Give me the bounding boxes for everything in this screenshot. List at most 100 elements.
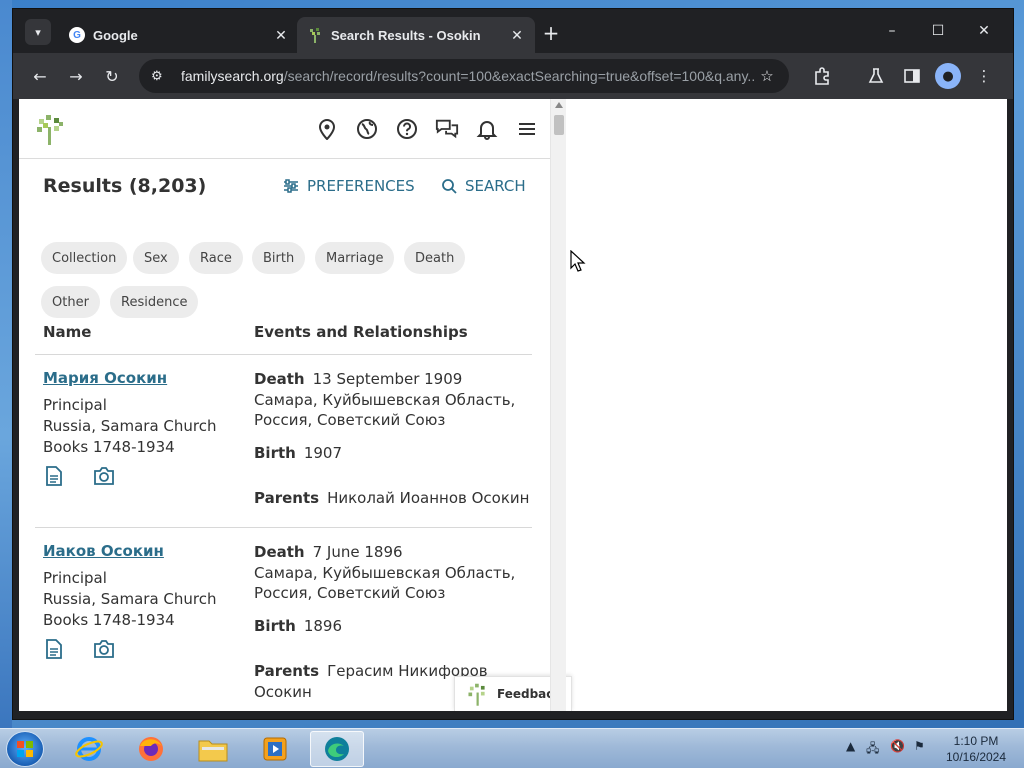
filter-chip-sex[interactable]: Sex: [133, 242, 179, 274]
page-scrollbar[interactable]: [550, 99, 566, 711]
hamburger-menu-icon[interactable]: [515, 117, 539, 141]
messages-chat-icon[interactable]: [435, 117, 459, 141]
network-icon[interactable]: 🖧: [866, 739, 879, 760]
tab-google[interactable]: G Google ✕: [59, 17, 299, 53]
record-document-icon[interactable]: [45, 466, 65, 486]
tab-title: Search Results - Osokin: [331, 27, 481, 43]
results-count-title: Results (8,203): [43, 175, 207, 197]
file-explorer-icon[interactable]: [186, 731, 240, 767]
start-button[interactable]: [6, 731, 44, 767]
scrollbar-thumb[interactable]: [554, 115, 564, 135]
record-role: Principal: [43, 396, 107, 414]
labs-flask-icon[interactable]: [863, 63, 889, 89]
windows-taskbar: ▲ 🖧 🔇 ⚑ 1:10 PM 10/16/2024: [0, 728, 1024, 768]
search-label: SEARCH: [465, 177, 526, 195]
familysearch-logo-icon[interactable]: [35, 113, 65, 145]
filter-chip-other[interactable]: Other: [41, 286, 100, 318]
filter-chip-death[interactable]: Death: [404, 242, 466, 274]
url-domain: familysearch.org: [181, 68, 284, 84]
parents-label: Parents: [254, 662, 320, 680]
extensions-icon[interactable]: [809, 63, 835, 89]
reload-icon[interactable]: ↻: [99, 63, 125, 89]
record-birth-event: Birth 1896: [254, 616, 544, 637]
address-bar[interactable]: ⚙ familysearch.org /search/record/result…: [139, 59, 789, 93]
site-settings-icon[interactable]: ⚙: [151, 68, 171, 84]
profile-avatar-icon[interactable]: ●: [935, 63, 961, 89]
filter-chip-race[interactable]: Race: [189, 242, 243, 274]
sliders-icon: [284, 179, 298, 193]
filter-chip-birth[interactable]: Birth: [252, 242, 306, 274]
filter-chip-residence[interactable]: Residence: [110, 286, 199, 318]
death-label: Death: [254, 370, 305, 388]
system-clock[interactable]: 1:10 PM 10/16/2024: [936, 733, 1016, 765]
maximize-button[interactable]: ☐: [915, 19, 961, 43]
notifications-bell-icon[interactable]: [475, 117, 499, 141]
preferences-label: PREFERENCES: [307, 177, 415, 195]
filter-chip-collection[interactable]: Collection: [41, 242, 128, 274]
record-image-camera-icon[interactable]: [93, 466, 114, 486]
familysearch-tree-icon: [307, 27, 323, 43]
record-parents: Parents Николай Иоаннов Осокин: [254, 488, 544, 509]
internet-explorer-icon[interactable]: [62, 731, 116, 767]
record-collection: Russia, Samara Church Books 1748-1934: [43, 417, 217, 456]
minimize-button[interactable]: –: [869, 19, 915, 43]
record-name-link[interactable]: Иаков Осокин: [43, 542, 164, 560]
site-header: [19, 99, 550, 159]
birth-date: 1907: [303, 444, 343, 462]
forward-icon[interactable]: →: [63, 63, 89, 89]
url-path: /search/record/results?count=100&exactSe…: [283, 68, 755, 84]
death-place: Самара, Куйбышевская Область, Россия, Со…: [254, 390, 516, 430]
record-death-event: Death 13 September 1909 Самара, Куйбышевс…: [254, 369, 544, 431]
google-icon: G: [69, 27, 85, 43]
edge-taskbar-button[interactable]: [310, 731, 364, 767]
volume-muted-icon[interactable]: 🔇: [890, 739, 905, 753]
death-label: Death: [254, 543, 305, 561]
new-tab-button[interactable]: +: [539, 21, 563, 45]
chrome-menu-icon[interactable]: ⋮: [971, 63, 997, 89]
tab-search-button[interactable]: ▾: [25, 19, 51, 45]
back-icon[interactable]: ←: [27, 63, 53, 89]
record-name-link[interactable]: Мария Осокин: [43, 369, 167, 387]
scroll-up-arrow-icon[interactable]: [555, 102, 563, 108]
help-question-icon[interactable]: [395, 117, 419, 141]
firefox-icon[interactable]: [124, 731, 178, 767]
search-button[interactable]: SEARCH: [441, 177, 526, 195]
windows-logo-icon: [17, 741, 33, 757]
death-date: 7 June 1896: [312, 543, 403, 561]
tab-close-icon[interactable]: ✕: [271, 27, 291, 44]
tab-close-icon[interactable]: ✕: [507, 27, 527, 44]
filter-chip-marriage[interactable]: Marriage: [315, 242, 395, 274]
globe-language-icon[interactable]: [355, 117, 379, 141]
parents-label: Parents: [254, 489, 320, 507]
divider: [35, 527, 532, 528]
birth-label: Birth: [254, 617, 296, 635]
preferences-button[interactable]: PREFERENCES: [283, 177, 415, 195]
bookmark-star-icon[interactable]: ☆: [755, 67, 779, 85]
divider: [35, 354, 532, 355]
close-window-button[interactable]: ✕: [961, 19, 1007, 43]
death-date: 13 September 1909: [312, 370, 463, 388]
edge-icon: [325, 737, 349, 761]
mouse-cursor-icon: [570, 250, 586, 272]
browser-toolbar: ← → ↻ ⚙ familysearch.org /search/record/…: [13, 53, 1013, 99]
search-icon: [442, 179, 457, 194]
page-viewport: Results (8,203) PREFERENCES SEARCH Colle…: [19, 99, 1007, 711]
record-death-event: Death 7 June 1896 Самара, Куйбышевская Об…: [254, 542, 544, 604]
media-player-icon[interactable]: [248, 731, 302, 767]
death-place: Самара, Куйбышевская Область, Россия, Со…: [254, 563, 516, 603]
parents-names: Николай Иоаннов Осокин: [327, 489, 530, 507]
clock-time: 1:10 PM: [953, 734, 999, 748]
side-panel-icon[interactable]: [899, 63, 925, 89]
birth-label: Birth: [254, 444, 296, 462]
action-center-flag-icon[interactable]: ⚑: [914, 739, 925, 753]
show-hidden-icons-icon[interactable]: ▲: [846, 739, 855, 753]
familysearch-page: Results (8,203) PREFERENCES SEARCH Colle…: [19, 99, 550, 711]
record-birth-event: Birth 1907: [254, 443, 544, 464]
record-document-icon[interactable]: [45, 639, 65, 659]
tab-title: Google: [93, 27, 138, 43]
tab-strip: ▾ G Google ✕ Search Results - Osokin ✕ +…: [13, 9, 1013, 53]
tab-search-results[interactable]: Search Results - Osokin ✕: [297, 17, 535, 53]
location-pin-icon[interactable]: [315, 117, 339, 141]
column-header-name: Name: [43, 323, 92, 341]
record-image-camera-icon[interactable]: [93, 639, 114, 659]
